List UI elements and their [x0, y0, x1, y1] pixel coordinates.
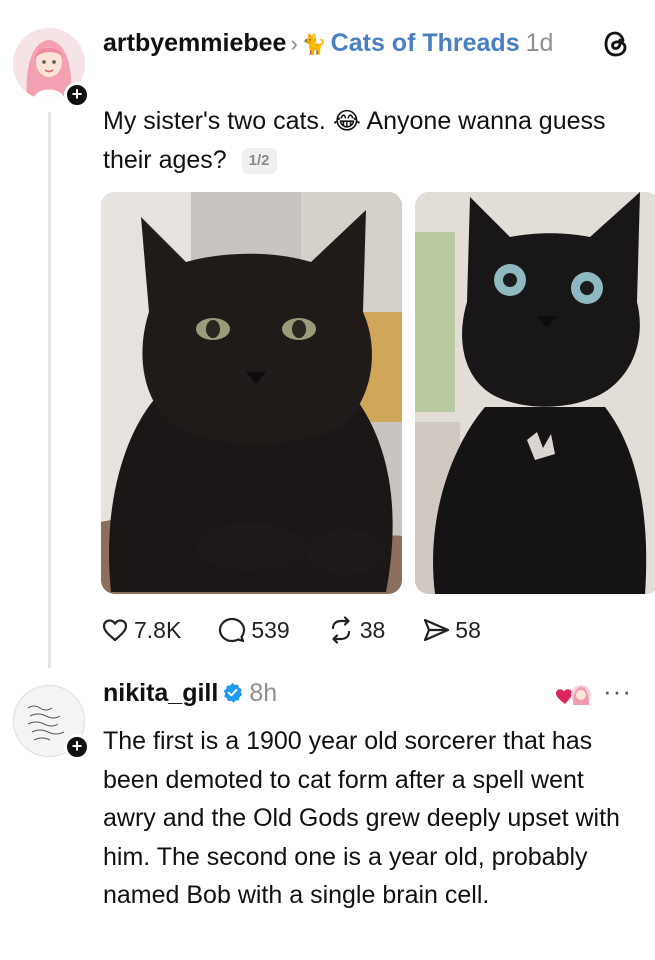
- reply-header: nikita_gill 8h: [103, 676, 277, 710]
- reply-username[interactable]: nikita_gill: [103, 679, 218, 707]
- reply-body: The first is a 1900 year old sorcerer th…: [103, 727, 620, 909]
- like-count: 7.8K: [134, 616, 182, 643]
- cat-emoji-icon: 🐈: [301, 34, 327, 56]
- community-link[interactable]: Cats of Threads: [331, 29, 520, 57]
- chevron-right-icon: ›: [290, 31, 298, 56]
- cat-photo-2[interactable]: [415, 192, 655, 594]
- laughing-emoji-icon: 😂: [332, 108, 361, 135]
- follow-plus-button[interactable]: +: [64, 82, 90, 108]
- comment-count: 539: [251, 616, 290, 643]
- share-button[interactable]: 58: [421, 615, 481, 645]
- follow-plus-button[interactable]: +: [64, 734, 90, 760]
- share-count: 58: [455, 616, 481, 643]
- heart-icon: [102, 619, 128, 642]
- repost-button[interactable]: 38: [326, 615, 386, 645]
- threads-feed: + artbyemmiebee › 🐈 Cats of Threads 1d My si…: [0, 0, 655, 960]
- repost-icon: [331, 616, 350, 644]
- image-page-indicator: 1/2: [241, 148, 277, 175]
- reply-timestamp: 8h: [249, 679, 278, 707]
- post-timestamp: 1d: [525, 29, 554, 57]
- comment-button[interactable]: 539: [217, 615, 290, 645]
- repost-count: 38: [359, 616, 386, 643]
- send-icon: [424, 618, 450, 642]
- verified-badge-icon: [224, 682, 243, 703]
- more-options-icon[interactable]: ···: [603, 676, 632, 707]
- threads-logo-icon[interactable]: [598, 26, 634, 62]
- post-header: artbyemmiebee › 🐈 Cats of Threads 1d: [103, 26, 573, 62]
- liked-by-author-badge: [553, 684, 593, 708]
- like-button[interactable]: 7.8K: [100, 615, 181, 645]
- comment-bubble-icon: [219, 617, 246, 643]
- post-body: My sister's two cats. 😂 Anyone wanna gue…: [103, 102, 638, 180]
- cat-photo-1[interactable]: [101, 192, 402, 594]
- post-text-start: My sister's two cats.: [103, 107, 326, 135]
- post-actions: 7.8K 539 38 58: [100, 615, 517, 645]
- thread-connector-line: [48, 112, 51, 668]
- post-username[interactable]: artbyemmiebee: [103, 29, 286, 57]
